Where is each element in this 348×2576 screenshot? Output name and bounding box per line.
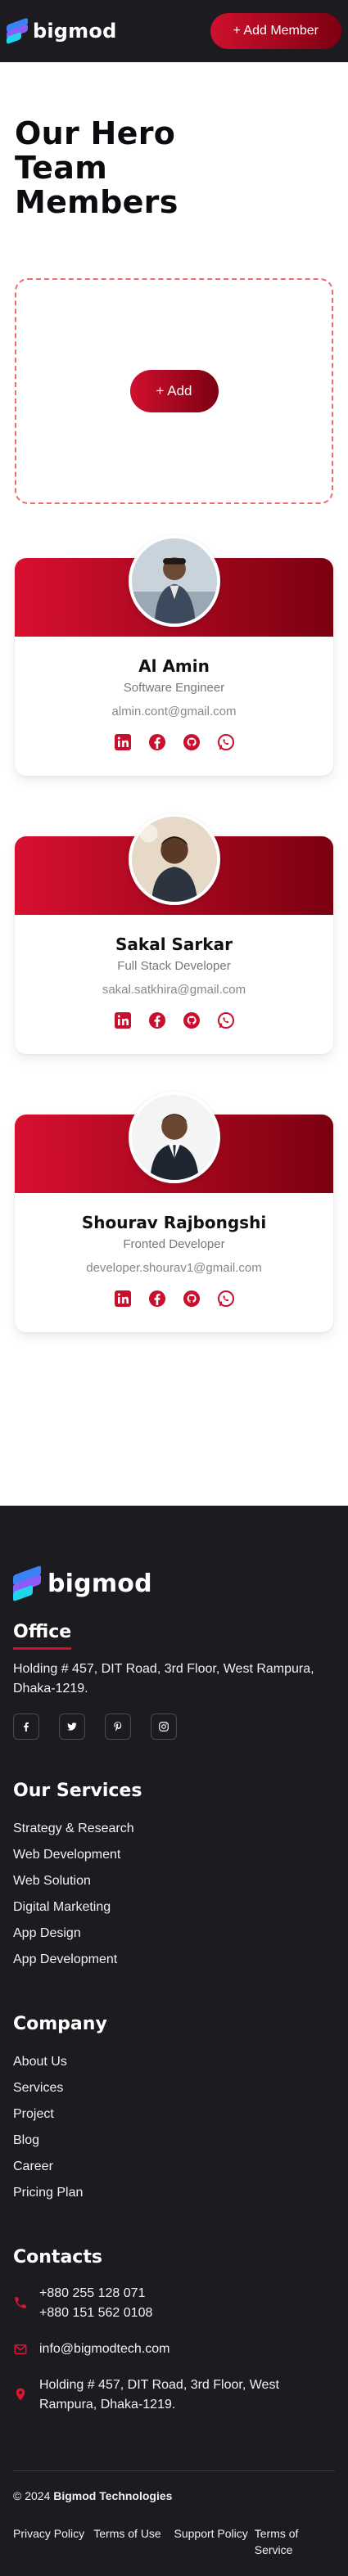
terms-of-service-link[interactable]: Terms of Service — [255, 2525, 335, 2558]
linkedin-icon[interactable] — [112, 1288, 133, 1309]
facebook-icon[interactable] — [147, 732, 168, 753]
legal-links: Privacy Policy Terms of Use Support Poli… — [13, 2525, 335, 2558]
contact-phone: +880 255 128 071 +880 151 562 0108 — [13, 2284, 335, 2323]
pinterest-icon[interactable] — [105, 1714, 131, 1740]
service-link[interactable]: Web Solution — [13, 1868, 335, 1894]
service-link[interactable]: Strategy & Research — [13, 1816, 335, 1842]
contacts-heading: Contacts — [13, 2247, 102, 2268]
member-email: developer.shourav1@gmail.com — [86, 1261, 262, 1275]
support-policy-link[interactable]: Support Policy — [174, 2525, 255, 2558]
phone-number[interactable]: +880 151 562 0108 — [39, 2304, 152, 2323]
company-link[interactable]: Services — [13, 2075, 335, 2101]
logo-text: bigmod — [33, 20, 117, 43]
facebook-icon[interactable] — [13, 1714, 39, 1740]
member-card: Sakal Sarkar Full Stack Developer sakal.… — [15, 813, 333, 1054]
location-pin-icon — [16, 2388, 25, 2401]
contact-email: info@bigmodtech.com — [13, 2340, 335, 2359]
facebook-icon[interactable] — [147, 1288, 168, 1309]
privacy-policy-link[interactable]: Privacy Policy — [13, 2525, 93, 2558]
address-text: Holding # 457, DIT Road, 3rd Floor, West… — [39, 2378, 279, 2412]
linkedin-icon[interactable] — [112, 1010, 133, 1031]
twitter-icon[interactable] — [59, 1714, 85, 1740]
service-link[interactable]: App Design — [13, 1921, 335, 1947]
whatsapp-icon[interactable] — [215, 732, 237, 753]
avatar — [128, 535, 220, 627]
footer-divider — [13, 2470, 335, 2471]
github-icon[interactable] — [181, 732, 202, 753]
card-body: Sakal Sarkar Full Stack Developer sakal.… — [15, 915, 333, 1031]
service-link[interactable]: Digital Marketing — [13, 1894, 335, 1921]
footer-logo-text: bigmod — [47, 1569, 152, 1598]
service-link[interactable]: App Development — [13, 1947, 335, 1973]
office-address: Holding # 457, DIT Road, 3rd Floor, West… — [13, 1662, 314, 1696]
member-role: Fronted Developer — [123, 1237, 225, 1251]
linkedin-icon[interactable] — [112, 732, 133, 753]
copyright-year: © 2024 — [13, 2489, 51, 2502]
member-card: Al Amin Software Engineer almin.cont@gma… — [15, 535, 333, 776]
member-email: almin.cont@gmail.com — [111, 705, 237, 718]
email-link[interactable]: info@bigmodtech.com — [39, 2340, 169, 2359]
member-card: Shourav Rajbongshi Fronted Developer dev… — [15, 1092, 333, 1332]
company-link[interactable]: Pricing Plan — [13, 2180, 335, 2206]
company-link[interactable]: Blog — [13, 2128, 335, 2154]
github-icon[interactable] — [181, 1288, 202, 1309]
member-role: Software Engineer — [123, 681, 225, 695]
office-heading: Office — [13, 1622, 72, 1650]
services-heading: Our Services — [13, 1781, 142, 1801]
whatsapp-icon[interactable] — [215, 1010, 237, 1031]
member-role: Full Stack Developer — [117, 959, 231, 973]
service-link[interactable]: Web Development — [13, 1842, 335, 1868]
page-title: Our Hero Team Members — [15, 115, 179, 220]
card-body: Shourav Rajbongshi Fronted Developer dev… — [15, 1193, 333, 1309]
member-socials — [15, 1010, 333, 1031]
member-name: Sakal Sarkar — [115, 934, 233, 954]
brand-logo[interactable]: bigmod — [7, 17, 117, 45]
copyright: © 2024 Bigmod Technologies — [13, 2489, 335, 2502]
services-list: Strategy & Research Web Development Web … — [13, 1816, 335, 1973]
copyright-company: Bigmod Technologies — [53, 2489, 173, 2502]
logo-mark-icon — [7, 17, 28, 45]
member-name: Al Amin — [138, 656, 210, 676]
phone-number[interactable]: +880 255 128 071 — [39, 2284, 152, 2304]
member-cards: Al Amin Software Engineer almin.cont@gma… — [0, 535, 348, 1332]
facebook-icon[interactable] — [147, 1010, 168, 1031]
add-member-dropzone: + Add — [15, 278, 333, 504]
member-socials — [15, 732, 333, 753]
site-footer: bigmod Office Holding # 457, DIT Road, 3… — [0, 1506, 348, 2576]
company-link[interactable]: Career — [13, 2154, 335, 2180]
github-icon[interactable] — [181, 1010, 202, 1031]
add-button[interactable]: + Add — [129, 370, 219, 412]
logo-mark-icon — [13, 1565, 41, 1602]
add-member-button[interactable]: + Add Member — [210, 13, 341, 49]
company-list: About Us Services Project Blog Career Pr… — [13, 2049, 335, 2206]
company-heading: Company — [13, 2014, 107, 2034]
contact-address: Holding # 457, DIT Road, 3rd Floor, West… — [13, 2376, 335, 2415]
company-link[interactable]: Project — [13, 2101, 335, 2128]
mail-icon — [14, 2344, 27, 2354]
member-socials — [15, 1288, 333, 1309]
avatar — [128, 1092, 220, 1183]
phone-icon — [15, 2297, 26, 2308]
avatar — [128, 813, 220, 905]
company-link[interactable]: About Us — [13, 2049, 335, 2075]
footer-socials — [13, 1714, 335, 1740]
top-header: bigmod + Add Member — [0, 0, 348, 62]
member-email: sakal.satkhira@gmail.com — [102, 983, 246, 997]
member-name: Shourav Rajbongshi — [81, 1213, 267, 1232]
instagram-icon[interactable] — [151, 1714, 177, 1740]
footer-logo[interactable]: bigmod — [13, 1565, 335, 1602]
terms-of-use-link[interactable]: Terms of Use — [93, 2525, 174, 2558]
card-body: Al Amin Software Engineer almin.cont@gma… — [15, 637, 333, 753]
whatsapp-icon[interactable] — [215, 1288, 237, 1309]
